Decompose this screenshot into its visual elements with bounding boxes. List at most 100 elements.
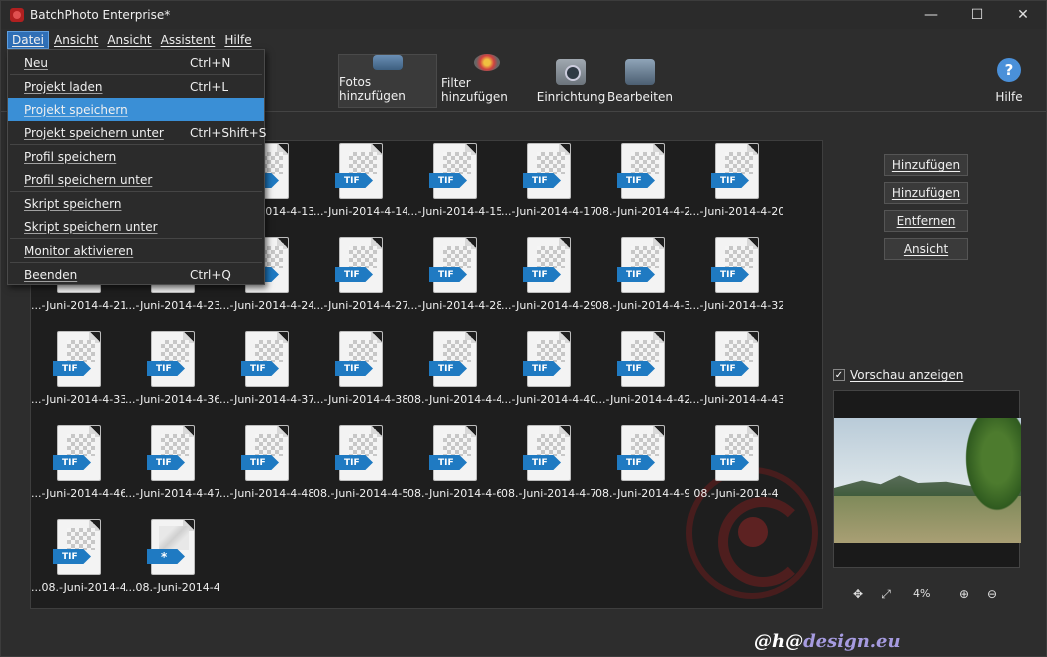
tif-file-icon: TIF [241, 331, 289, 387]
file-item[interactable]: TIF ...-Juni-2014-4-20 [689, 141, 783, 231]
preview-toggle[interactable]: ✓ Vorschau anzeigen [833, 368, 963, 382]
file-item[interactable]: TIF ...-Juni-2014-4-48 [219, 423, 313, 513]
entfernen-button[interactable]: Entfernen [884, 210, 968, 232]
menu-item-monitor-aktivieren[interactable]: Monitor aktivieren [8, 239, 264, 262]
file-item[interactable]: TIF ...-Juni-2014-4-32 [689, 235, 783, 325]
file-item[interactable]: * ...08.-Juni-2014-4 [125, 517, 219, 607]
menu-ansicht-1[interactable]: Ansicht [50, 32, 102, 48]
preview-checkbox[interactable]: ✓ [833, 369, 845, 381]
zoom-level: 4% [913, 587, 931, 600]
einrichtung-label: Einrichtung [536, 90, 606, 104]
file-item[interactable]: TIF ...-Juni-2014-4-15 [407, 141, 501, 231]
preview-panel [833, 390, 1021, 568]
tif-file-icon: TIF [429, 237, 477, 293]
file-type-tag: TIF [147, 455, 185, 470]
menu-item-neu[interactable]: Neu Ctrl+N [8, 51, 264, 74]
file-type-tag: TIF [335, 455, 373, 470]
menu-datei[interactable]: Datei [7, 31, 50, 49]
file-type-tag: TIF [429, 173, 467, 188]
file-type-tag: TIF [617, 361, 655, 376]
file-item[interactable]: TIF ...-Juni-2014-4-38 [313, 329, 407, 419]
filter-hinzufuegen-button[interactable]: Filter hinzufügen [441, 54, 533, 108]
menu-item-skript-speichern[interactable]: Skript speichern [8, 192, 264, 215]
zoom-in-icon[interactable]: ⊕ [956, 586, 972, 602]
file-item[interactable]: TIF ...-Juni-2014-4-14 [313, 141, 407, 231]
bearbeiten-label: Bearbeiten [607, 90, 673, 104]
file-name: ...-Juni-2014-4-47 [125, 487, 219, 500]
menu-item-projekt-laden[interactable]: Projekt laden Ctrl+L [8, 75, 264, 98]
menu-item-projekt-speichern-unter[interactable]: Projekt speichern unter Ctrl+Shift+S [8, 121, 266, 144]
file-item[interactable]: TIF ...-Juni-2014-4-29 [501, 235, 595, 325]
file-item[interactable]: TIF ...-Juni-2014-4-27 [313, 235, 407, 325]
tif-file-icon: TIF [617, 237, 665, 293]
menu-item-profil-speichern[interactable]: Profil speichern [8, 145, 264, 168]
file-item[interactable]: TIF ...08.-Juni-2014-4 [31, 517, 125, 607]
file-name: ...-Juni-2014-4-42 [595, 393, 689, 406]
file-item[interactable]: TIF 08.-Juni-2014-4-9 [595, 423, 689, 513]
tif-file-icon: TIF [53, 425, 101, 481]
maximize-button[interactable]: ☐ [954, 1, 1000, 29]
tif-file-icon: TIF [711, 237, 759, 293]
menu-item-profil-speichern-unter[interactable]: Profil speichern unter [8, 168, 264, 191]
file-item[interactable]: TIF ...-Juni-2014-4-47 [125, 423, 219, 513]
menu-item-projekt-speichern[interactable]: Projekt speichern [8, 98, 264, 121]
file-item[interactable]: TIF 08.-Juni-2014-4-5 [313, 423, 407, 513]
ansicht-button[interactable]: Ansicht [884, 238, 968, 260]
watermark-signature: @h@design.eu [754, 631, 901, 652]
menu-assistent[interactable]: Assistent [157, 32, 220, 48]
file-name: ...-Juni-2014-4-37 [219, 393, 313, 406]
menu-item-beenden[interactable]: Beenden Ctrl+Q [8, 263, 264, 286]
file-type-tag: TIF [523, 455, 561, 470]
zoom-bar: ✥ ⤢ 4% ⊕ ⊖ [833, 584, 1020, 604]
fit-icon[interactable]: ✥ [850, 586, 866, 602]
file-name: 08.-Juni-2014-4-6 [407, 487, 501, 500]
file-item[interactable]: TIF 08.-Juni-2014-4-4 [407, 329, 501, 419]
file-item[interactable]: TIF ...-Juni-2014-4-46 [31, 423, 125, 513]
zoom-out-icon[interactable]: ⊖ [984, 586, 1000, 602]
hinzufuegen-button-2[interactable]: Hinzufügen [884, 182, 968, 204]
file-item[interactable]: TIF 08.-Juni-2014-4 [689, 423, 783, 513]
bearbeiten-button[interactable]: Bearbeiten [607, 54, 673, 108]
tif-file-icon: TIF [53, 519, 101, 575]
file-type-tag: TIF [335, 267, 373, 282]
file-item[interactable]: TIF ...-Juni-2014-4-42 [595, 329, 689, 419]
file-item[interactable]: TIF ...-Juni-2014-4-28 [407, 235, 501, 325]
tif-file-icon: TIF [711, 425, 759, 481]
menu-hilfe[interactable]: Hilfe [220, 32, 255, 48]
fotos-hinzufuegen-button[interactable]: Fotos hinzufügen [338, 54, 437, 108]
image-file-icon: * [147, 519, 195, 575]
file-item[interactable]: TIF 08.-Juni-2014-4-7 [501, 423, 595, 513]
file-item[interactable]: TIF ...-Juni-2014-4-33 [31, 329, 125, 419]
file-item[interactable]: TIF 08.-Juni-2014-4-6 [407, 423, 501, 513]
tif-file-icon: TIF [147, 331, 195, 387]
file-name: ...-Juni-2014-4-48 [219, 487, 313, 500]
file-type-tag: * [147, 549, 185, 564]
file-name: ...-Juni-2014-4-38 [313, 393, 407, 406]
close-button[interactable]: ✕ [1000, 1, 1046, 29]
file-name: 08.-Juni-2014-4-7 [501, 487, 595, 500]
file-item[interactable]: TIF ...-Juni-2014-4-43 [689, 329, 783, 419]
tif-file-icon: TIF [711, 331, 759, 387]
file-item[interactable]: TIF ...-Juni-2014-4-17 [501, 141, 595, 231]
file-item[interactable]: TIF ...-Juni-2014-4-36 [125, 329, 219, 419]
file-name: ...-Juni-2014-4-21 [31, 299, 125, 312]
file-type-tag: TIF [523, 173, 561, 188]
menu-item-skript-speichern-unter[interactable]: Skript speichern unter [8, 215, 264, 238]
file-item[interactable]: TIF ...-Juni-2014-4-40 [501, 329, 595, 419]
minimize-button[interactable]: — [908, 1, 954, 29]
file-type-tag: TIF [429, 267, 467, 282]
tif-file-icon: TIF [617, 143, 665, 199]
tif-file-icon: TIF [335, 331, 383, 387]
tif-file-icon: TIF [523, 237, 571, 293]
menu-ansicht-2[interactable]: Ansicht [103, 32, 155, 48]
edit-icon [625, 59, 655, 85]
expand-icon[interactable]: ⤢ [878, 586, 894, 602]
hinzufuegen-button-1[interactable]: Hinzufügen [884, 154, 968, 176]
tif-file-icon: TIF [523, 331, 571, 387]
hilfe-button[interactable]: ? Hilfe [991, 54, 1027, 108]
file-item[interactable]: TIF ...-Juni-2014-4-37 [219, 329, 313, 419]
file-item[interactable]: TIF 08.-Juni-2014-4-2 [595, 141, 689, 231]
file-item[interactable]: TIF 08.-Juni-2014-4-3 [595, 235, 689, 325]
file-name: ...-Juni-2014-4-46 [31, 487, 125, 500]
einrichtung-button[interactable]: Einrichtung [536, 54, 606, 108]
